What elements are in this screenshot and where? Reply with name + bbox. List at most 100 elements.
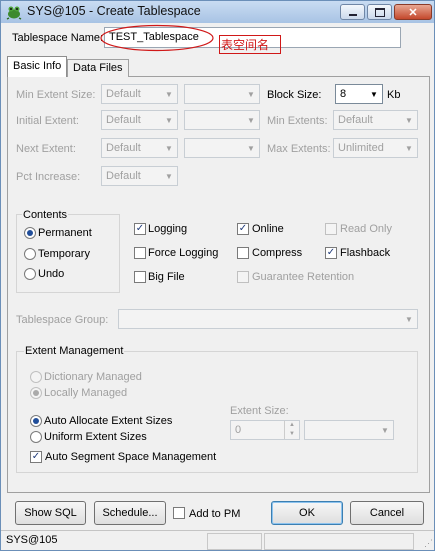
status-cell bbox=[264, 533, 414, 550]
resize-grip-icon[interactable]: ⋰ bbox=[424, 538, 433, 549]
max-extents-label: Max Extents: bbox=[267, 143, 331, 155]
guarantee-retention-checkbox[interactable] bbox=[237, 271, 249, 283]
tab-active-joiner bbox=[8, 76, 65, 77]
next-extent-select[interactable]: Default ▼ bbox=[101, 138, 178, 158]
cancel-button[interactable]: Cancel bbox=[350, 501, 424, 525]
force-logging-label: Force Logging bbox=[148, 247, 219, 259]
online-checkbox[interactable]: ✓ bbox=[237, 223, 249, 235]
max-extents-select[interactable]: Unlimited ▼ bbox=[333, 138, 418, 158]
spinner-arrows-icon: ▲ ▼ bbox=[284, 421, 299, 439]
next-extent-value: Default bbox=[106, 142, 141, 154]
locally-managed-radio[interactable] bbox=[30, 387, 42, 399]
chevron-down-icon: ▼ bbox=[247, 143, 255, 153]
dictionary-managed-radio[interactable] bbox=[30, 371, 42, 383]
next-extent-unit-select[interactable]: ▼ bbox=[184, 138, 260, 158]
compress-checkbox[interactable] bbox=[237, 247, 249, 259]
minimize-button[interactable] bbox=[340, 4, 365, 20]
chevron-down-icon: ▼ bbox=[165, 89, 173, 99]
force-logging-checkbox[interactable] bbox=[134, 247, 146, 259]
logging-checkbox[interactable]: ✓ bbox=[134, 223, 146, 235]
block-size-unit: Kb bbox=[387, 89, 401, 101]
uniform-extent-label: Uniform Extent Sizes bbox=[44, 431, 147, 443]
pct-increase-select[interactable]: Default ▼ bbox=[101, 166, 178, 186]
extent-size-label: Extent Size: bbox=[230, 405, 289, 417]
read-only-checkbox[interactable] bbox=[325, 223, 337, 235]
chevron-down-icon: ▼ bbox=[247, 89, 255, 99]
block-size-select[interactable]: 8 ▼ bbox=[335, 84, 383, 104]
block-size-value: 8 bbox=[340, 88, 347, 100]
guarantee-retention-label: Guarantee Retention bbox=[252, 271, 355, 283]
status-bar: SYS@105 ⋰ bbox=[1, 530, 434, 550]
uniform-extent-radio[interactable] bbox=[30, 431, 42, 443]
extent-management-title: Extent Management bbox=[24, 345, 125, 357]
min-extent-size-select[interactable]: Default ▼ bbox=[101, 84, 178, 104]
locally-managed-label: Locally Managed bbox=[44, 387, 128, 399]
min-extent-size-value: Default bbox=[106, 88, 141, 100]
chevron-down-icon: ▼ bbox=[381, 425, 389, 435]
undo-label: Undo bbox=[38, 268, 65, 280]
chevron-down-icon: ▼ bbox=[165, 143, 173, 153]
add-to-pm-checkbox[interactable] bbox=[173, 507, 185, 519]
auto-segment-label: Auto Segment Space Management bbox=[45, 451, 217, 463]
ok-button[interactable]: OK bbox=[271, 501, 343, 525]
auto-segment-checkbox[interactable]: ✓ bbox=[30, 451, 42, 463]
tab-basic-info[interactable]: Basic Info bbox=[7, 56, 68, 77]
flashback-checkbox[interactable]: ✓ bbox=[325, 247, 337, 259]
status-cell bbox=[207, 533, 262, 550]
title-bar: SYS@105 - Create Tablespace ✕ bbox=[1, 1, 434, 23]
tab-data-files[interactable]: Data Files bbox=[67, 59, 129, 77]
show-sql-button[interactable]: Show SQL bbox=[15, 501, 86, 525]
chevron-down-icon: ▼ bbox=[165, 115, 173, 125]
chevron-down-icon: ▼ bbox=[405, 314, 413, 324]
min-extent-size-label: Min Extent Size: bbox=[16, 89, 96, 101]
big-file-checkbox[interactable] bbox=[134, 271, 146, 283]
maximize-button[interactable] bbox=[367, 4, 392, 20]
pct-increase-label: Pct Increase: bbox=[16, 171, 81, 183]
min-extents-label: Min Extents: bbox=[267, 115, 328, 127]
online-label: Online bbox=[252, 223, 284, 235]
annotation-note: 表空间名 bbox=[219, 35, 281, 54]
min-extents-value: Default bbox=[338, 114, 373, 126]
min-extents-select[interactable]: Default ▼ bbox=[333, 110, 418, 130]
minimize-icon bbox=[348, 14, 357, 16]
temporary-radio[interactable] bbox=[24, 248, 36, 260]
logging-label: Logging bbox=[148, 223, 188, 235]
tablespace-group-select[interactable]: ▼ bbox=[118, 309, 418, 329]
auto-allocate-label: Auto Allocate Extent Sizes bbox=[44, 415, 173, 427]
initial-extent-label: Initial Extent: bbox=[16, 115, 79, 127]
next-extent-label: Next Extent: bbox=[16, 143, 76, 155]
initial-extent-unit-select[interactable]: ▼ bbox=[184, 110, 260, 130]
chevron-down-icon: ▼ bbox=[165, 171, 173, 181]
big-file-label: Big File bbox=[148, 271, 185, 283]
schedule-button[interactable]: Schedule... bbox=[94, 501, 166, 525]
maximize-icon bbox=[374, 7, 385, 17]
max-extents-value: Unlimited bbox=[338, 142, 384, 154]
min-extent-size-unit-select[interactable]: ▼ bbox=[184, 84, 260, 104]
auto-allocate-radio[interactable] bbox=[30, 415, 42, 427]
add-to-pm-label: Add to PM bbox=[189, 508, 241, 520]
permanent-radio[interactable] bbox=[24, 227, 36, 239]
contents-group-title: Contents bbox=[22, 209, 69, 221]
radio-selected-dot bbox=[33, 418, 39, 424]
radio-selected-dot bbox=[33, 390, 39, 396]
tablespace-group-label: Tablespace Group: bbox=[16, 314, 109, 326]
tablespace-name-label: Tablespace Name: bbox=[12, 32, 104, 44]
chevron-down-icon: ▼ bbox=[370, 89, 378, 99]
chevron-down-icon: ▼ bbox=[247, 115, 255, 125]
close-icon: ✕ bbox=[408, 6, 418, 19]
extent-size-unit-select[interactable]: ▼ bbox=[304, 420, 394, 440]
chevron-down-icon: ▼ bbox=[405, 115, 413, 125]
initial-extent-value: Default bbox=[106, 114, 141, 126]
extent-size-spinner[interactable]: 0 ▲ ▼ bbox=[230, 420, 300, 440]
initial-extent-select[interactable]: Default ▼ bbox=[101, 110, 178, 130]
close-button[interactable]: ✕ bbox=[394, 4, 432, 20]
undo-radio[interactable] bbox=[24, 268, 36, 280]
compress-label: Compress bbox=[252, 247, 303, 259]
pct-increase-value: Default bbox=[106, 170, 141, 182]
status-connection: SYS@105 bbox=[6, 534, 58, 546]
annotation-ellipse bbox=[100, 24, 214, 52]
create-tablespace-dialog: SYS@105 - Create Tablespace ✕ Tablespace… bbox=[0, 0, 435, 551]
flashback-label: Flashback bbox=[340, 247, 391, 259]
extent-size-value: 0 bbox=[235, 424, 242, 436]
temporary-label: Temporary bbox=[38, 248, 90, 260]
